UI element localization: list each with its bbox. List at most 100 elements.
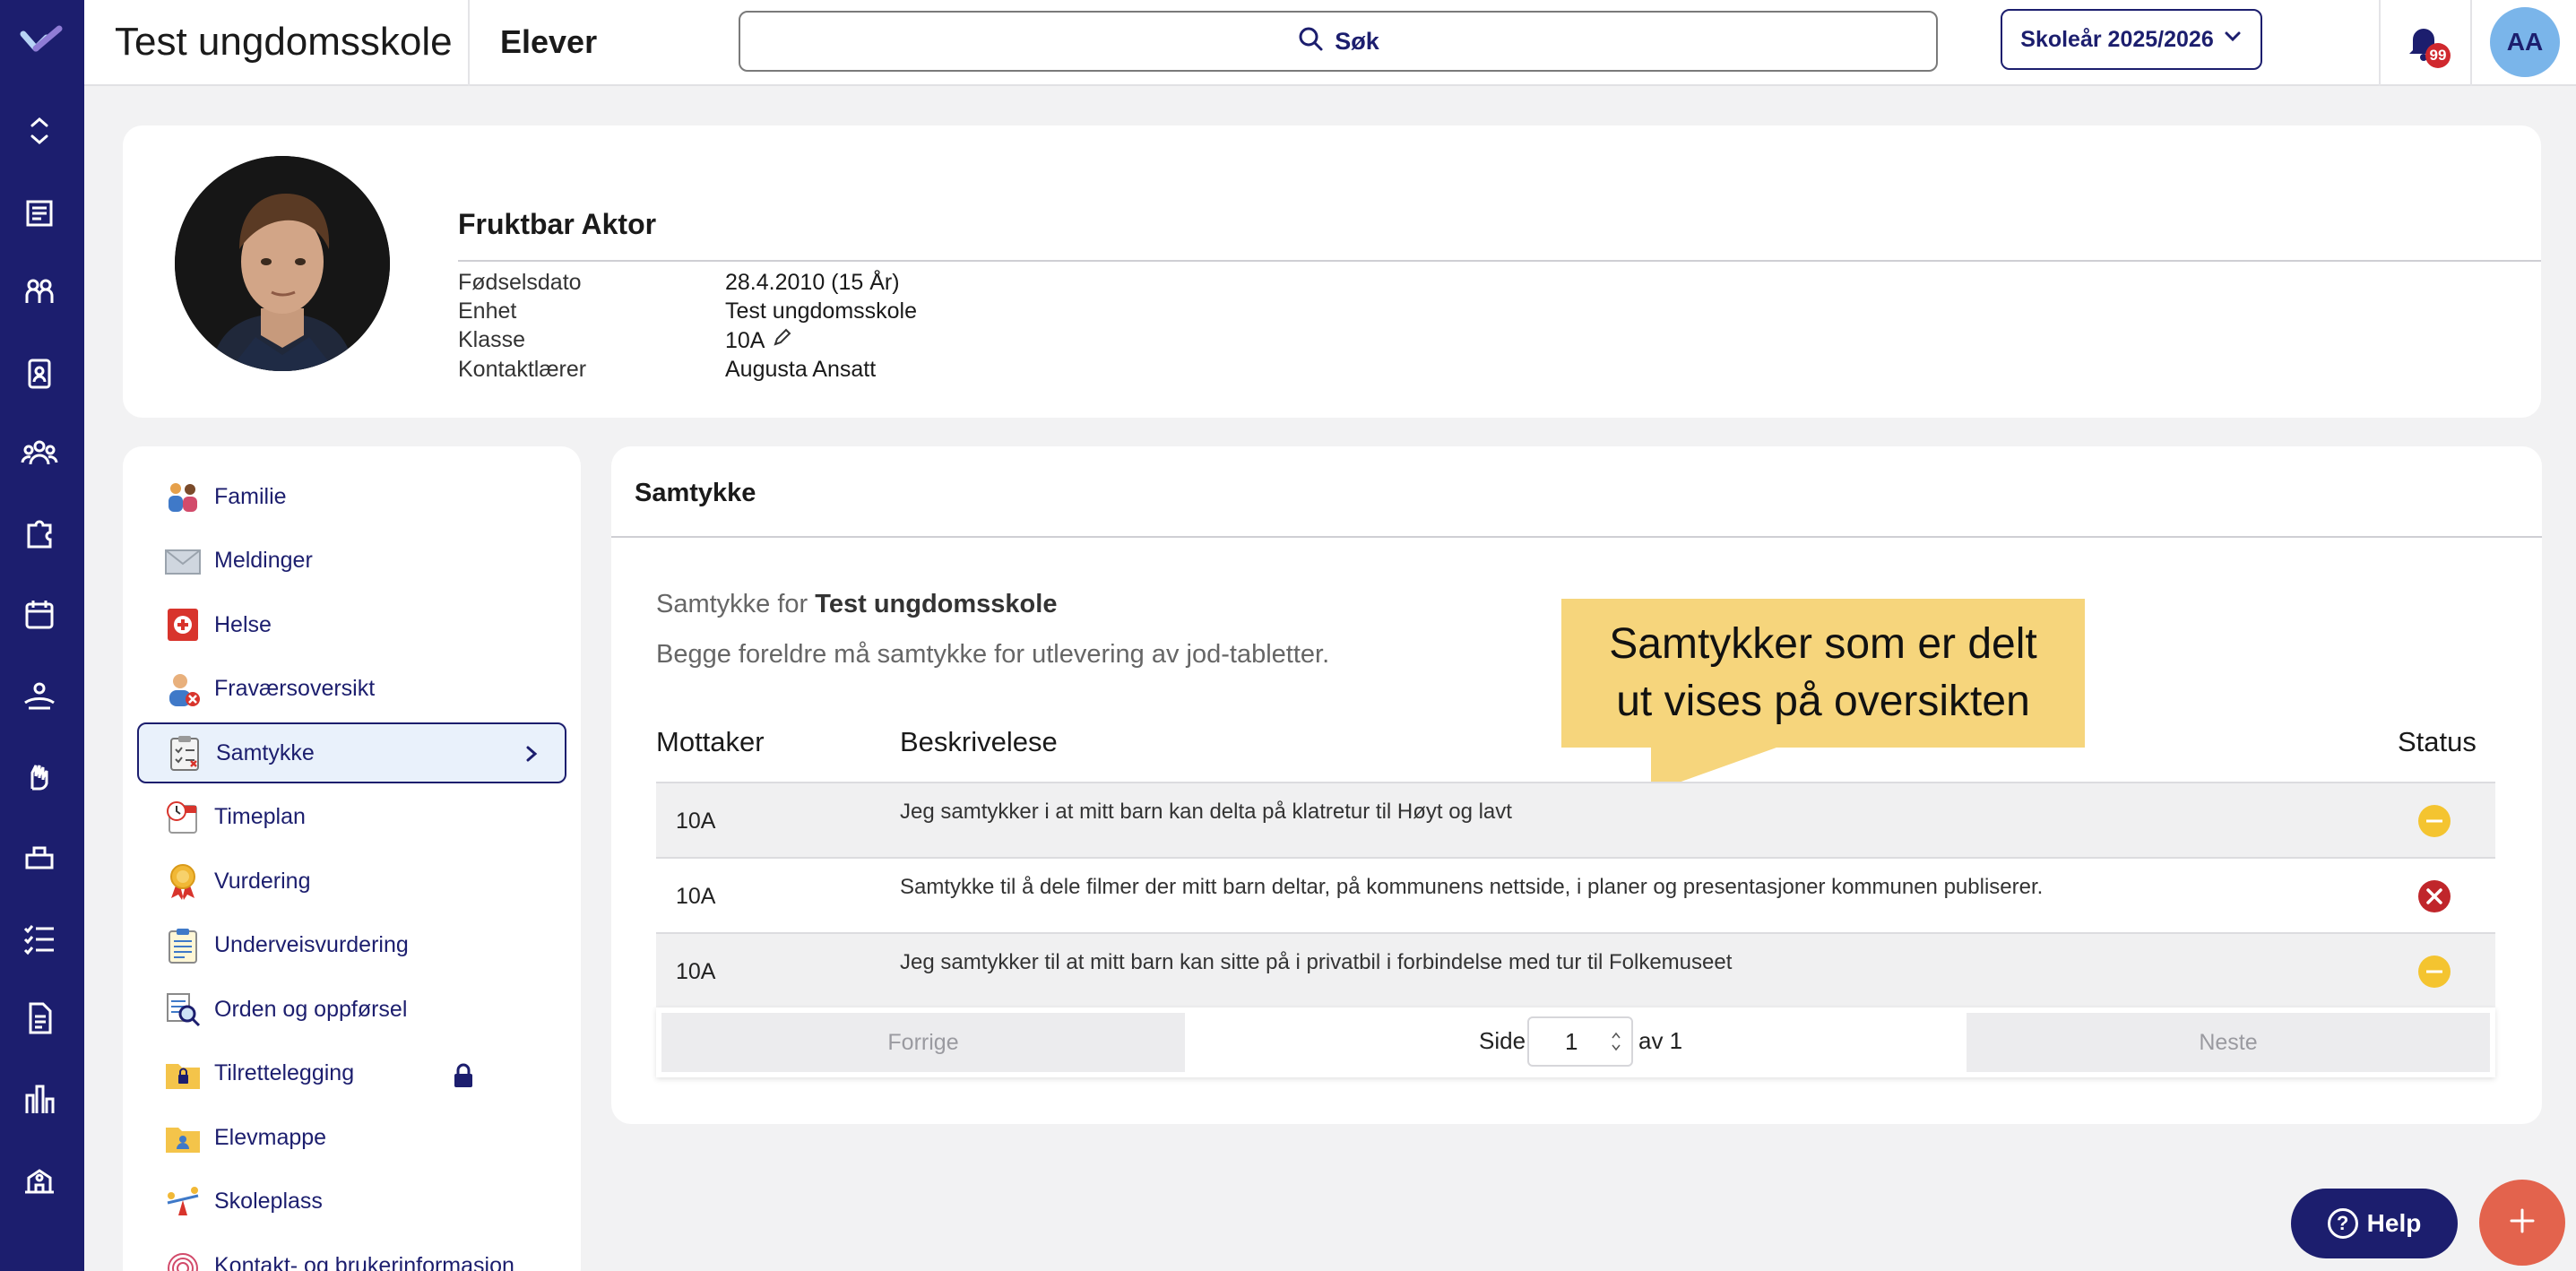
card-title: Samtykke <box>635 479 756 507</box>
menu-item-label: Familie <box>214 483 287 509</box>
callout-tooltip: Samtykker som er delt ut vises på oversi… <box>1561 599 2085 748</box>
spinner-arrows-icon[interactable] <box>1610 1025 1622 1058</box>
page-number-input[interactable]: 1 <box>1527 1016 1633 1067</box>
seesaw-icon <box>164 1183 202 1221</box>
column-header-beskrivelse: Beskrivelese <box>900 726 1058 757</box>
menu-item-fravaersoversikt[interactable]: Fraværsoversikt <box>137 659 566 720</box>
menu-item-helse[interactable]: Helse <box>137 594 566 655</box>
envelope-icon <box>164 542 202 580</box>
menu-item-label: Tilrettelegging <box>214 1060 355 1085</box>
page-label: Side <box>1479 1027 1526 1054</box>
clipboard-check-icon <box>166 734 203 772</box>
search-bar[interactable]: Søk <box>739 11 1938 72</box>
cell-recipient: 10A <box>676 884 716 909</box>
menu-item-familie[interactable]: Familie <box>137 466 566 527</box>
pencil-edit-icon[interactable] <box>772 326 793 354</box>
menu-item-skoleplass[interactable]: Skoleplass <box>137 1172 566 1232</box>
menu-item-meldinger[interactable]: Meldinger <box>137 531 566 592</box>
absence-icon <box>164 670 202 708</box>
menu-item-label: Fraværsoversikt <box>214 676 376 701</box>
hands-icon[interactable] <box>20 676 59 715</box>
column-header-mottaker: Mottaker <box>656 726 765 757</box>
consent-for-text: Samtykke for Test ungdomsskole <box>656 590 1057 619</box>
chevron-down-icon <box>2223 27 2243 53</box>
header-divider <box>2379 0 2381 86</box>
menu-item-label: Kontakt- og brukerinformasjon <box>214 1252 514 1271</box>
student-name: Fruktbar Aktor <box>458 208 657 240</box>
info-label: Klasse <box>458 327 526 352</box>
tooltip-line: Samtykker som er delt <box>1609 620 2037 668</box>
student-info-grid: Fødselsdato 28.4.2010 (15 År) Enhet Test… <box>458 269 917 383</box>
consent-card: Samtykke Samtykke for Test ungdomsskole … <box>611 446 2542 1124</box>
add-fab-button[interactable] <box>2479 1180 2565 1266</box>
menu-item-label: Helse <box>214 611 272 637</box>
menu-item-elevmappe[interactable]: Elevmappe <box>137 1107 566 1168</box>
student-badge-icon[interactable] <box>20 353 59 393</box>
clipboard-list-icon <box>164 927 202 964</box>
info-value: 10A <box>725 327 765 353</box>
info-label: Fødselsdato <box>458 270 582 295</box>
menu-item-kontakt-og-brukerinformasjon[interactable]: Kontakt- og brukerinformasjon <box>137 1235 566 1271</box>
menu-item-label: Vurdering <box>214 868 311 894</box>
news-icon[interactable] <box>20 194 59 233</box>
info-value: Augusta Ansatt <box>725 357 877 382</box>
medal-icon <box>164 862 202 900</box>
hand-raise-icon[interactable] <box>20 757 59 796</box>
menu-item-label: Meldinger <box>214 548 313 573</box>
top-bar: Test ungdomsskole Elever Søk Skoleår 202… <box>84 0 2576 86</box>
menu-item-label: Skoleplass <box>214 1189 323 1214</box>
header-divider <box>2470 0 2472 86</box>
search-label: Søk <box>1335 27 1379 55</box>
menu-item-orden-og-oppforsel[interactable]: Orden og oppførsel <box>137 979 566 1040</box>
school-year-label: Skoleår 2025/2026 <box>2020 26 2214 52</box>
next-page-button[interactable]: Neste <box>1967 1013 2490 1072</box>
expand-collapse-icon[interactable] <box>20 111 59 151</box>
info-value: 28.4.2010 (15 År) <box>725 270 900 295</box>
brand-logo-icon[interactable] <box>20 22 65 61</box>
school-building-icon[interactable] <box>20 1160 59 1199</box>
consent-for-prefix: Samtykke for <box>656 590 808 618</box>
calendar-icon[interactable] <box>20 595 59 635</box>
profile-divider <box>458 260 2541 262</box>
school-year-select[interactable]: Skoleår 2025/2026 <box>2001 9 2262 70</box>
menu-item-tilrettelegging[interactable]: Tilrettelegging <box>137 1043 566 1104</box>
class-value-row: 10A <box>725 326 917 354</box>
menu-item-samtykke[interactable]: Samtykke <box>137 722 566 783</box>
student-photo <box>175 156 390 371</box>
section-title: Elever <box>500 23 598 60</box>
info-label: Enhet <box>458 298 517 324</box>
menu-item-label: Underveisvurdering <box>214 932 409 957</box>
calendar-clock-icon <box>164 799 202 836</box>
help-button[interactable]: ? Help <box>2291 1189 2458 1258</box>
bar-chart-icon[interactable] <box>20 1079 59 1119</box>
document-icon[interactable] <box>20 999 59 1038</box>
consent-for-school: Test ungdomsskole <box>815 590 1058 618</box>
table-row[interactable]: 10A Samtykke til å dele filmer der mitt … <box>656 857 2495 932</box>
checklist-icon[interactable] <box>20 918 59 957</box>
notification-count-badge: 99 <box>2425 43 2451 68</box>
table-row[interactable]: 10A Jeg samtykker i at mitt barn kan del… <box>656 782 2495 857</box>
menu-item-vurdering[interactable]: Vurdering <box>137 851 566 912</box>
table-row[interactable]: 10A Jeg samtykker til at mitt barn kan s… <box>656 932 2495 1007</box>
puzzle-icon[interactable] <box>20 514 59 554</box>
desk-icon[interactable] <box>20 837 59 877</box>
folder-lock-icon <box>164 1055 202 1093</box>
menu-item-label: Samtykke <box>216 739 315 765</box>
group-icon[interactable] <box>20 434 59 473</box>
cell-description: Samtykke til å dele filmer der mitt barn… <box>900 875 2044 899</box>
cell-description: Jeg samtykker til at mitt barn kan sitte… <box>900 950 1733 974</box>
help-label: Help <box>2366 1209 2422 1237</box>
user-avatar[interactable]: AA <box>2490 7 2560 77</box>
menu-item-underveisvurdering[interactable]: Underveisvurdering <box>137 915 566 976</box>
left-nav-rail <box>0 0 84 1271</box>
folder-user-icon <box>164 1119 202 1156</box>
family-icon <box>164 478 202 515</box>
previous-page-button[interactable]: Forrige <box>661 1013 1185 1072</box>
question-icon: ? <box>2327 1208 2358 1239</box>
page-of-label: av 1 <box>1638 1027 1683 1054</box>
card-divider <box>611 536 2542 538</box>
menu-item-label: Elevmappe <box>214 1124 327 1150</box>
people-icon[interactable] <box>20 272 59 312</box>
first-aid-icon <box>164 606 202 644</box>
menu-item-timeplan[interactable]: Timeplan <box>137 787 566 848</box>
